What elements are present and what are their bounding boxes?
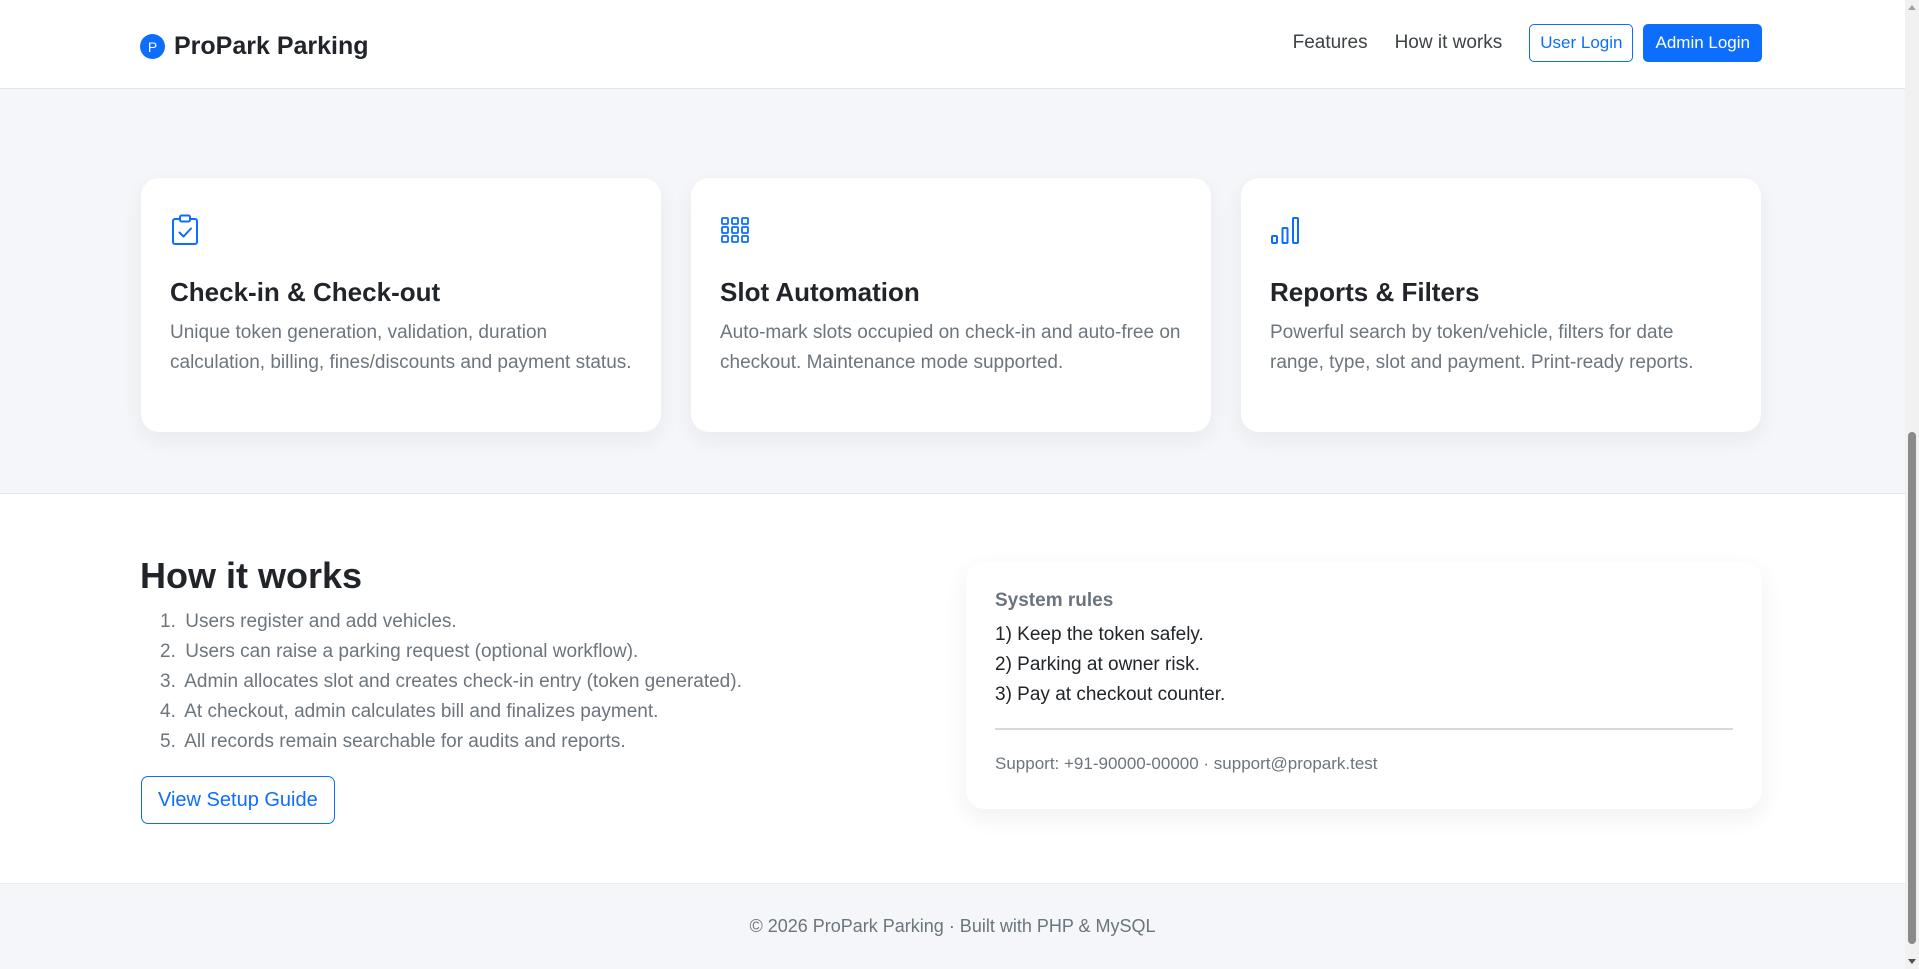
- scroll-up-arrow-icon[interactable]: [1908, 5, 1916, 10]
- scroll-down-arrow-icon[interactable]: [1908, 959, 1916, 964]
- nav-link-how-it-works[interactable]: How it works: [1395, 32, 1503, 54]
- step-text: All records remain searchable for audits…: [184, 731, 626, 752]
- feature-title: Reports & Filters: [1270, 277, 1480, 307]
- nav-links: Features How it works User Login Admin L…: [1293, 24, 1762, 62]
- brand-name: ProPark Parking: [174, 32, 369, 60]
- user-login-button[interactable]: User Login: [1529, 24, 1634, 62]
- system-rules-card: System rules 1) Keep the token safely. 2…: [966, 562, 1762, 809]
- list-item: 5. All records remain searchable for aud…: [160, 731, 626, 752]
- list-item: 2) Parking at owner risk.: [995, 654, 1200, 675]
- steps-list: 1. Users register and add vehicles. 2. U…: [140, 607, 742, 757]
- clipboard-check-icon: [172, 214, 198, 245]
- list-item: 1) Keep the token safely.: [995, 624, 1204, 645]
- step-text: Users can raise a parking request (optio…: [185, 641, 639, 662]
- divider: [995, 728, 1733, 730]
- feature-title: Slot Automation: [720, 277, 920, 307]
- support-contact: Support: +91-90000-00000 · support@propa…: [995, 754, 1378, 773]
- page-scrollbar[interactable]: [1905, 0, 1919, 969]
- section-title: How it works: [140, 555, 363, 596]
- list-item: 2. Users can raise a parking request (op…: [160, 641, 639, 662]
- page: P ProPark Parking Features How it works …: [0, 0, 1905, 969]
- footer-copyright: © 2026 ProPark Parking · Built with PHP …: [749, 916, 1156, 936]
- grid-icon: [721, 217, 749, 243]
- navbar: P ProPark Parking Features How it works …: [0, 0, 1905, 89]
- feature-description: Unique token generation, validation, dur…: [170, 322, 632, 373]
- list-item: 3. Admin allocates slot and creates chec…: [160, 671, 742, 692]
- feature-title: Check-in & Check-out: [170, 277, 441, 307]
- feature-card-reports: Reports & Filters Powerful search by tok…: [1241, 178, 1761, 432]
- view-setup-guide-button[interactable]: View Setup Guide: [141, 776, 335, 824]
- step-text: Admin allocates slot and creates check-i…: [184, 671, 742, 692]
- bar-chart-icon: [1271, 217, 1299, 244]
- nav-link-features[interactable]: Features: [1293, 32, 1368, 54]
- how-it-works-section: How it works 1. Users register and add v…: [0, 494, 1905, 883]
- brand-logo-icon: P: [140, 34, 165, 59]
- footer: © 2026 ProPark Parking · Built with PHP …: [0, 883, 1905, 969]
- brand-link[interactable]: P ProPark Parking: [140, 32, 369, 61]
- feature-card-slot-automation: Slot Automation Auto-mark slots occupied…: [691, 178, 1211, 432]
- step-text: Users register and add vehicles.: [185, 611, 457, 632]
- rules-title: System rules: [995, 590, 1114, 611]
- features-section: Check-in & Check-out Unique token genera…: [0, 89, 1905, 494]
- step-text: At checkout, admin calculates bill and f…: [184, 701, 659, 722]
- feature-card-checkin: Check-in & Check-out Unique token genera…: [141, 178, 661, 432]
- list-item: 3) Pay at checkout counter.: [995, 684, 1226, 705]
- rules-list: 1) Keep the token safely. 2) Parking at …: [995, 620, 1733, 710]
- list-item: 4. At checkout, admin calculates bill an…: [160, 701, 659, 722]
- scrollbar-thumb[interactable]: [1908, 432, 1916, 944]
- list-item: 1. Users register and add vehicles.: [160, 611, 457, 632]
- admin-login-button[interactable]: Admin Login: [1643, 24, 1762, 62]
- feature-description: Auto-mark slots occupied on check-in and…: [720, 322, 1181, 373]
- feature-description: Powerful search by token/vehicle, filter…: [1270, 322, 1694, 373]
